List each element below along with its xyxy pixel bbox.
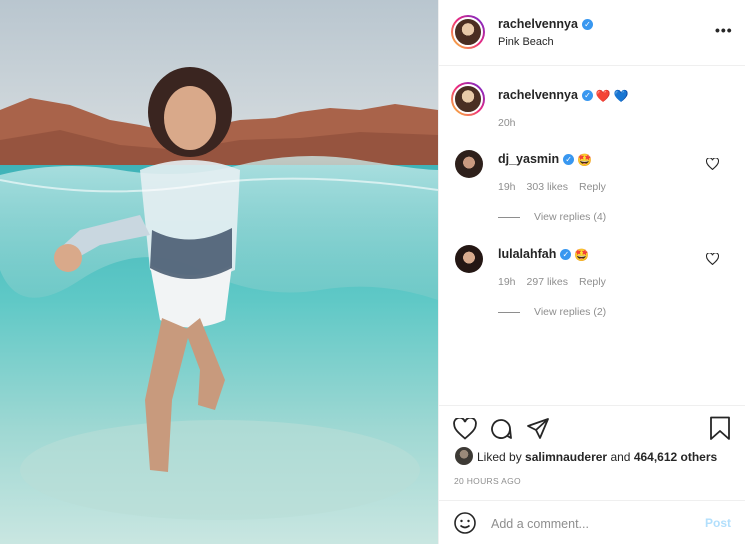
- author-avatar[interactable]: [451, 15, 485, 49]
- post-photo[interactable]: [0, 0, 438, 544]
- share-icon[interactable]: [526, 417, 550, 441]
- caption-time: 20h: [498, 117, 516, 129]
- underwater-beach-photo: [0, 0, 438, 544]
- liked-by-prefix: Liked by: [477, 450, 522, 464]
- add-comment-bar: Post: [439, 500, 745, 544]
- comment-emoji: 🤩: [577, 152, 593, 167]
- post-comment-button[interactable]: Post: [705, 516, 731, 530]
- commenter-avatar[interactable]: [455, 150, 483, 178]
- comment-time: 19h: [498, 181, 516, 193]
- verified-badge-icon: ✓: [581, 90, 593, 102]
- caption-emoji: 💙: [613, 88, 629, 103]
- comment-time: 19h: [498, 276, 516, 288]
- comment-reply-button[interactable]: Reply: [579, 181, 606, 193]
- caption-avatar[interactable]: [451, 82, 485, 116]
- author-username[interactable]: rachelvennya ✓: [498, 17, 593, 31]
- liked-by-and: and: [610, 450, 631, 464]
- heart-icon[interactable]: [453, 418, 477, 440]
- likes-count[interactable]: 464,612 others: [634, 450, 717, 464]
- post-location[interactable]: Pink Beach: [498, 36, 554, 48]
- comment-row: lulalahfah ✓ 🤩: [498, 247, 589, 262]
- liked-by-line: Liked by salimnauderer and 464,612 other…: [477, 450, 717, 464]
- commenter-avatar[interactable]: [455, 245, 483, 273]
- comment-like-heart-icon[interactable]: [706, 158, 719, 170]
- comment-reply-button[interactable]: Reply: [579, 276, 606, 288]
- comment-row: dj_yasmin ✓ 🤩: [498, 152, 592, 167]
- view-replies-button[interactable]: View replies (2): [498, 306, 606, 318]
- verified-badge-icon: ✓: [581, 19, 593, 31]
- verified-badge-icon: ✓: [563, 154, 575, 166]
- post-header: rachelvennya ✓ Pink Beach •••: [439, 0, 745, 66]
- comment-like-heart-icon[interactable]: [706, 253, 719, 265]
- comment-username[interactable]: dj_yasmin: [498, 152, 559, 166]
- post-timestamp[interactable]: 20 HOURS AGO: [454, 476, 521, 486]
- comment-meta: 19h 303 likes Reply: [498, 181, 617, 193]
- caption-username[interactable]: rachelvennya ✓ ❤️ 💙: [498, 88, 629, 103]
- comment-likes[interactable]: 303 likes: [527, 181, 568, 193]
- caption-emoji: ❤️: [595, 88, 611, 103]
- comment-input[interactable]: [489, 513, 693, 535]
- comment-username[interactable]: lulalahfah: [498, 247, 556, 261]
- instagram-post: rachelvennya ✓ Pink Beach ••• rachelvenny…: [0, 0, 745, 544]
- liker-avatar[interactable]: [455, 447, 473, 465]
- comment-meta: 19h 297 likes Reply: [498, 276, 617, 288]
- post-side-panel: rachelvennya ✓ Pink Beach ••• rachelvenny…: [438, 0, 745, 544]
- verified-badge-icon: ✓: [560, 249, 572, 261]
- comment-emoji: 🤩: [574, 247, 590, 262]
- comment-likes[interactable]: 297 likes: [527, 276, 568, 288]
- comment-icon[interactable]: [489, 417, 513, 441]
- bookmark-icon[interactable]: [709, 416, 731, 441]
- smiley-icon[interactable]: [453, 511, 477, 535]
- liked-by-username[interactable]: salimnauderer: [525, 450, 607, 464]
- view-replies-button[interactable]: View replies (4): [498, 211, 606, 223]
- more-icon[interactable]: •••: [715, 22, 733, 38]
